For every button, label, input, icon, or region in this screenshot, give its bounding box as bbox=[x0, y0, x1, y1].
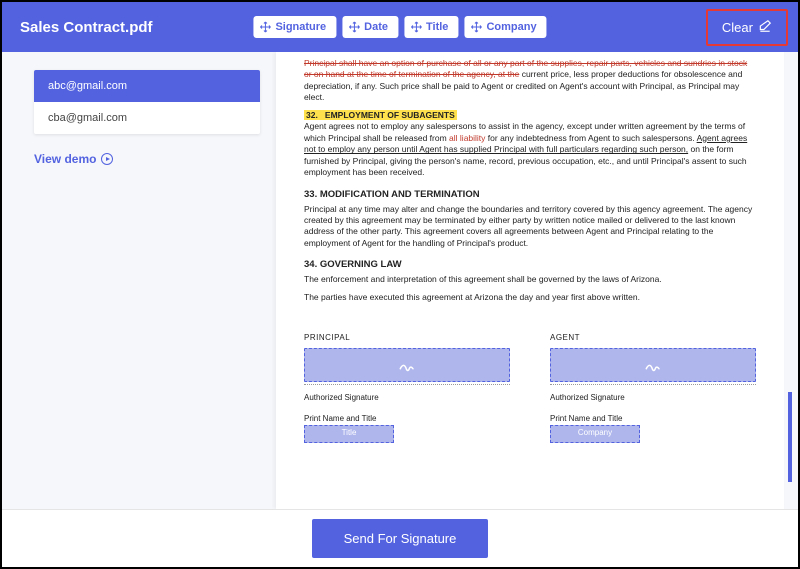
principal-label: PRINCIPAL bbox=[304, 333, 510, 344]
clear-label: Clear bbox=[722, 20, 753, 35]
signature-line bbox=[550, 384, 756, 385]
sidebar: abc@gmail.com cba@gmail.com View demo bbox=[2, 52, 272, 509]
title-field-button[interactable]: Title bbox=[404, 16, 458, 38]
signature-line bbox=[304, 384, 510, 385]
move-icon bbox=[410, 21, 422, 33]
signature-icon bbox=[644, 356, 662, 374]
doc-paragraph: The parties have executed this agreement… bbox=[304, 292, 756, 303]
principal-column: PRINCIPAL Authorized Signature Print Nam… bbox=[304, 333, 510, 442]
section-heading: 34. GOVERNING LAW bbox=[304, 259, 756, 272]
field-label: Signature bbox=[275, 21, 326, 33]
footer: Send For Signature bbox=[2, 509, 798, 567]
section-heading: 32. EMPLOYMENT OF SUBAGENTS bbox=[304, 110, 756, 121]
clear-button[interactable]: Clear bbox=[712, 13, 782, 42]
document-title: Sales Contract.pdf bbox=[20, 19, 153, 36]
eraser-icon bbox=[758, 19, 772, 36]
signature-field-principal[interactable] bbox=[304, 348, 510, 382]
app-header: Sales Contract.pdf Signature Date Title … bbox=[2, 2, 798, 52]
field-toolbar: Signature Date Title Company bbox=[253, 16, 546, 38]
doc-paragraph: Principal shall have an option of purcha… bbox=[304, 58, 756, 104]
section-heading: 33. MODIFICATION AND TERMINATION bbox=[304, 189, 756, 202]
print-name-label: Print Name and Title bbox=[550, 414, 756, 425]
send-for-signature-button[interactable]: Send For Signature bbox=[312, 519, 489, 558]
move-icon bbox=[470, 21, 482, 33]
signature-area: PRINCIPAL Authorized Signature Print Nam… bbox=[304, 333, 756, 442]
field-label: Date bbox=[364, 21, 388, 33]
title-field-placeholder[interactable]: Title bbox=[304, 425, 394, 443]
document-viewport: Principal shall have an option of purcha… bbox=[272, 52, 798, 509]
doc-paragraph: Agent agrees not to employ any salespers… bbox=[304, 121, 756, 178]
doc-paragraph: Principal at any time may alter and chan… bbox=[304, 204, 756, 250]
recipient-item[interactable]: abc@gmail.com bbox=[34, 70, 260, 102]
view-demo-link[interactable]: View demo bbox=[34, 152, 260, 166]
agent-column: AGENT Authorized Signature Print Name an… bbox=[550, 333, 756, 442]
move-icon bbox=[259, 21, 271, 33]
clear-highlight: Clear bbox=[706, 9, 788, 46]
recipient-item[interactable]: cba@gmail.com bbox=[34, 102, 260, 134]
authorized-label: Authorized Signature bbox=[550, 393, 756, 404]
company-field-placeholder[interactable]: Company bbox=[550, 425, 640, 443]
date-field-button[interactable]: Date bbox=[342, 16, 398, 38]
field-label: Company bbox=[486, 21, 536, 33]
doc-paragraph: The enforcement and interpretation of th… bbox=[304, 274, 756, 285]
signature-icon bbox=[398, 356, 416, 374]
move-icon bbox=[348, 21, 360, 33]
recipient-list: abc@gmail.com cba@gmail.com bbox=[34, 70, 260, 134]
play-icon bbox=[101, 153, 113, 165]
agent-label: AGENT bbox=[550, 333, 756, 344]
view-demo-label: View demo bbox=[34, 152, 96, 166]
signature-field-button[interactable]: Signature bbox=[253, 16, 336, 38]
company-field-button[interactable]: Company bbox=[464, 16, 546, 38]
field-label: Title bbox=[426, 21, 448, 33]
document-page: Principal shall have an option of purcha… bbox=[276, 52, 784, 509]
highlighted-title: 32. EMPLOYMENT OF SUBAGENTS bbox=[304, 110, 457, 120]
authorized-label: Authorized Signature bbox=[304, 393, 510, 404]
scroll-indicator[interactable] bbox=[788, 392, 792, 482]
signature-field-agent[interactable] bbox=[550, 348, 756, 382]
print-name-label: Print Name and Title bbox=[304, 414, 510, 425]
